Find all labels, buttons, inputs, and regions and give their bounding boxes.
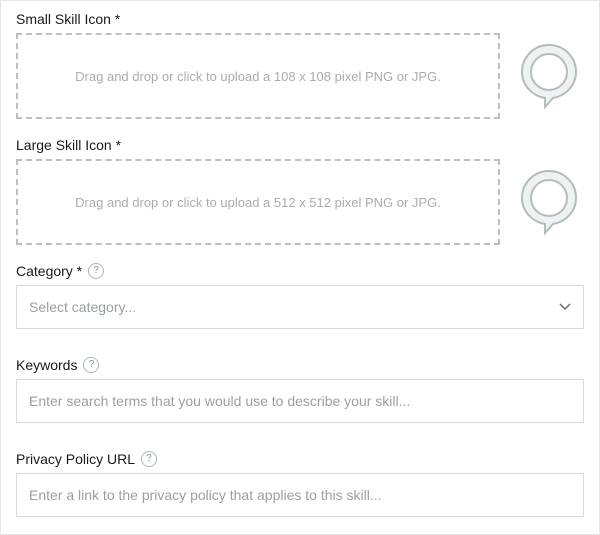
keywords-field: Keywords ? [16,357,584,423]
keywords-input[interactable] [16,379,584,423]
help-icon[interactable]: ? [141,451,157,467]
large-icon-drop-text: Drag and drop or click to upload a 512 x… [75,195,441,210]
large-icon-dropzone[interactable]: Drag and drop or click to upload a 512 x… [16,159,500,245]
skill-store-form: Small Skill Icon * Drag and drop or clic… [0,0,600,535]
help-icon[interactable]: ? [83,357,99,373]
large-icon-label: Large Skill Icon * [16,137,584,153]
chevron-down-icon [559,300,571,314]
category-select[interactable]: Select category... [16,285,584,329]
alexa-placeholder-icon [518,41,580,111]
privacy-label-row: Privacy Policy URL ? [16,451,584,467]
keywords-label-row: Keywords ? [16,357,584,373]
category-field: Category * ? Select category... [16,263,584,329]
small-icon-dropzone[interactable]: Drag and drop or click to upload a 108 x… [16,33,500,119]
small-icon-row: Drag and drop or click to upload a 108 x… [16,33,584,119]
large-icon-preview [514,159,584,245]
small-icon-label: Small Skill Icon * [16,11,584,27]
privacy-input[interactable] [16,473,584,517]
category-label-row: Category * ? [16,263,584,279]
privacy-field: Privacy Policy URL ? [16,451,584,517]
keywords-label: Keywords [16,357,77,373]
small-icon-field: Small Skill Icon * Drag and drop or clic… [16,11,584,119]
large-icon-row: Drag and drop or click to upload a 512 x… [16,159,584,245]
small-icon-drop-text: Drag and drop or click to upload a 108 x… [75,69,441,84]
alexa-placeholder-icon [518,167,580,237]
small-icon-preview [514,33,584,119]
large-icon-field: Large Skill Icon * Drag and drop or clic… [16,137,584,245]
help-icon[interactable]: ? [88,263,104,279]
privacy-label: Privacy Policy URL [16,451,135,467]
category-placeholder: Select category... [29,299,136,315]
category-label: Category * [16,263,82,279]
